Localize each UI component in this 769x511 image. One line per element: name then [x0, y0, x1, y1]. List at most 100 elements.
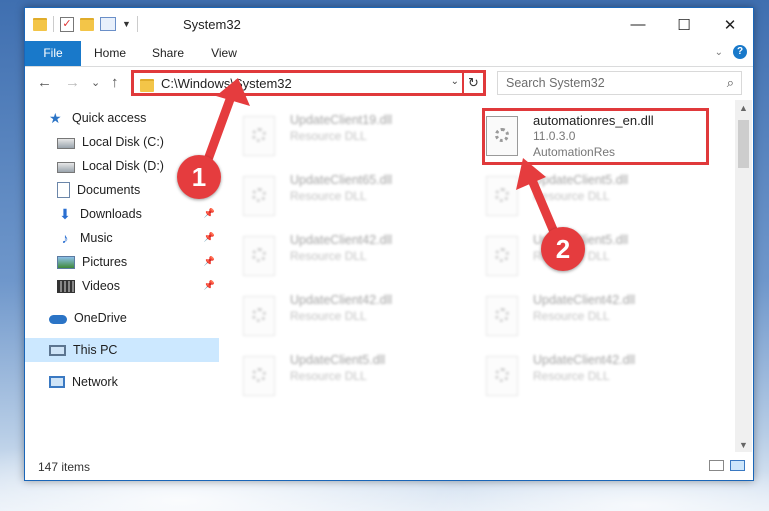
- chevron-down-icon[interactable]: ⌄: [451, 76, 459, 87]
- file-item[interactable]: UpdateClient5.dll Resource DLL: [486, 228, 716, 282]
- explorer-window: ✓ ▼ System32 — ☐ ✕ File Home Share View …: [24, 7, 754, 481]
- file-name: UpdateClient42.dll: [533, 293, 636, 307]
- file-type: Resource DLL: [533, 189, 610, 203]
- sidebar-item-downloads[interactable]: ⬇ Downloads 📌: [25, 202, 219, 226]
- drive-icon: [57, 161, 75, 173]
- sidebar-item-label: This PC: [73, 343, 118, 357]
- close-button[interactable]: ✕: [707, 8, 753, 41]
- this-pc-icon: [49, 344, 66, 356]
- dll-file-icon: [486, 356, 518, 396]
- annotation-marker-1: 1: [177, 155, 221, 199]
- file-name: UpdateClient5.dll: [290, 353, 386, 367]
- file-name: UpdateClient65.dll: [290, 173, 393, 187]
- downloads-icon: ⬇: [59, 206, 71, 222]
- file-item[interactable]: UpdateClient5.dll Resource DLL: [243, 348, 473, 402]
- expand-ribbon-icon[interactable]: ⌄: [715, 47, 723, 58]
- file-item[interactable]: UpdateClient42.dll Resource DLL: [243, 288, 473, 342]
- sidebar-item-onedrive[interactable]: OneDrive: [25, 306, 219, 330]
- file-name: UpdateClient19.dll: [290, 113, 393, 127]
- scroll-down-icon[interactable]: ▼: [739, 440, 748, 450]
- status-item-count: 147 items: [38, 460, 91, 474]
- documents-icon: [57, 182, 70, 198]
- file-name: UpdateClient5.dll: [533, 173, 629, 187]
- vertical-scrollbar[interactable]: ▲ ▼: [735, 100, 752, 452]
- tab-share[interactable]: Share: [141, 41, 195, 66]
- sidebar-item-label: Local Disk (D:): [82, 159, 164, 173]
- file-name: UpdateClient42.dll: [290, 293, 393, 307]
- file-type: Resource DLL: [533, 309, 610, 323]
- tiles-view-icon[interactable]: [730, 460, 745, 471]
- file-item[interactable]: UpdateClient42.dll Resource DLL: [243, 228, 473, 282]
- sidebar-item-label: Music: [80, 231, 113, 245]
- pin-icon: 📌: [203, 280, 215, 290]
- tab-home[interactable]: Home: [83, 41, 137, 66]
- sidebar-item-videos[interactable]: Videos 📌: [25, 274, 219, 298]
- view-switcher: [709, 460, 745, 471]
- pin-icon: 📌: [203, 232, 215, 242]
- minimize-button[interactable]: —: [615, 8, 661, 41]
- up-button[interactable]: ↑: [111, 74, 119, 91]
- scroll-up-icon[interactable]: ▲: [739, 103, 748, 113]
- dll-file-icon: [243, 116, 275, 156]
- pin-icon: 📌: [203, 256, 215, 266]
- sidebar-item-label: Downloads: [80, 207, 142, 221]
- title-bar: ✓ ▼ System32 — ☐ ✕: [25, 8, 753, 41]
- file-item[interactable]: UpdateClient42.dll Resource DLL: [486, 288, 716, 342]
- dll-file-icon: [243, 236, 275, 276]
- search-box[interactable]: Search System32 ⌕: [497, 71, 742, 95]
- tab-file[interactable]: File: [25, 41, 81, 66]
- toolbar-divider: [136, 16, 138, 32]
- details-view-icon[interactable]: [709, 460, 724, 471]
- sidebar-item-music[interactable]: ♪ Music 📌: [25, 226, 219, 250]
- search-placeholder: Search System32: [506, 76, 605, 90]
- sidebar-item-label: Videos: [82, 279, 120, 293]
- music-icon: ♪: [61, 230, 69, 246]
- file-type: Resource DLL: [290, 309, 367, 323]
- help-icon[interactable]: ?: [733, 45, 747, 59]
- dll-file-icon: [486, 176, 518, 216]
- new-folder-icon[interactable]: [80, 17, 94, 31]
- dll-file-icon: [243, 296, 275, 336]
- qat-dropdown-icon[interactable]: ▼: [122, 19, 131, 29]
- toolbar-divider: [53, 16, 54, 32]
- drive-icon: [57, 137, 75, 149]
- sidebar-item-quick-access[interactable]: ★ Quick access: [25, 106, 219, 130]
- sidebar-item-network[interactable]: Network: [25, 370, 219, 394]
- ribbon-tabs: File Home Share View ⌄ ?: [25, 41, 753, 67]
- file-highlight-frame: [482, 108, 709, 165]
- file-item[interactable]: UpdateClient65.dll Resource DLL: [243, 168, 473, 222]
- dll-file-icon: [243, 176, 275, 216]
- file-name: UpdateClient42.dll: [533, 353, 636, 367]
- window-title: System32: [183, 17, 241, 32]
- pictures-icon: [57, 255, 75, 269]
- sidebar-item-local-disk-c[interactable]: Local Disk (C:): [25, 130, 219, 154]
- recent-locations-button[interactable]: ⌄: [91, 76, 100, 89]
- videos-icon: [57, 279, 75, 293]
- back-button[interactable]: ←: [37, 74, 52, 91]
- ribbon-right: ⌄ ?: [715, 45, 747, 59]
- properties-check-icon[interactable]: ✓: [60, 16, 74, 32]
- file-type: Resource DLL: [290, 129, 367, 143]
- sidebar-item-label: OneDrive: [74, 311, 127, 325]
- sidebar-item-pictures[interactable]: Pictures 📌: [25, 250, 219, 274]
- sidebar-item-label: Documents: [77, 183, 141, 197]
- file-item[interactable]: UpdateClient42.dll Resource DLL: [486, 348, 716, 402]
- search-icon: ⌕: [726, 75, 734, 90]
- sidebar-item-this-pc[interactable]: This PC: [25, 338, 219, 362]
- network-icon: [49, 376, 65, 388]
- refresh-button[interactable]: ↻: [462, 70, 486, 96]
- file-item[interactable]: UpdateClient5.dll Resource DLL: [486, 168, 716, 222]
- address-path: C:\Windows\System32: [161, 76, 292, 91]
- forward-button[interactable]: →: [65, 74, 80, 91]
- maximize-button[interactable]: ☐: [661, 8, 707, 41]
- pin-icon: 📌: [203, 208, 215, 218]
- file-item[interactable]: UpdateClient19.dll Resource DLL: [243, 108, 473, 162]
- address-bar[interactable]: C:\Windows\System32 ⌄: [131, 70, 468, 96]
- dll-file-icon: [486, 296, 518, 336]
- file-type: Resource DLL: [290, 369, 367, 383]
- window-controls: — ☐ ✕: [615, 8, 753, 41]
- customize-icon[interactable]: [100, 17, 116, 31]
- scrollbar-thumb[interactable]: [738, 120, 749, 168]
- annotation-marker-2: 2: [541, 227, 585, 271]
- tab-view[interactable]: View: [199, 41, 249, 66]
